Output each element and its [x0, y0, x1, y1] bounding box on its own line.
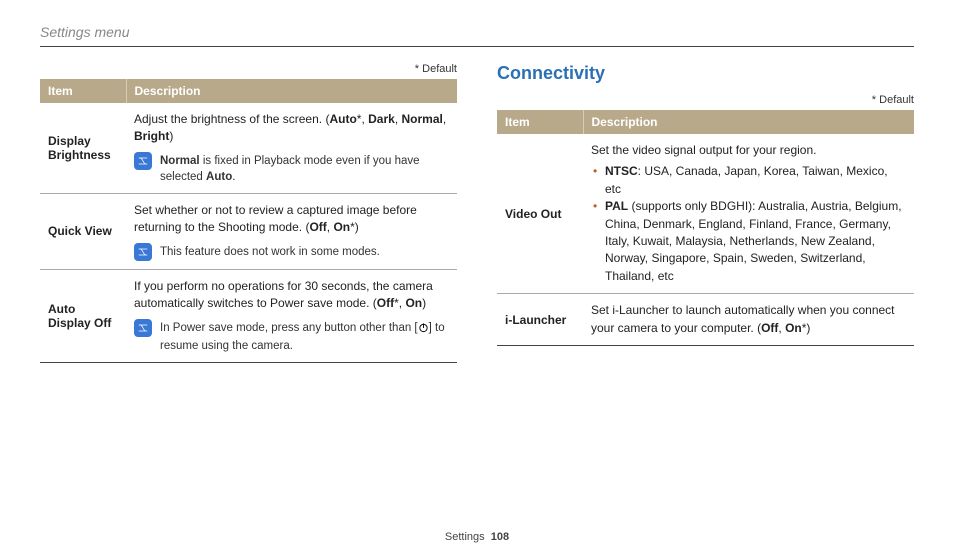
default-note-right: * Default [497, 94, 914, 106]
item-label: Display Brightness [40, 103, 126, 193]
item-description: Set i-Launcher to launch automatically w… [591, 302, 906, 337]
bullet-list: NTSC: USA, Canada, Japan, Korea, Taiwan,… [591, 163, 906, 285]
item-description: Set whether or not to review a captured … [134, 202, 449, 237]
page-footer: Settings 108 [0, 531, 954, 543]
item-label: i-Launcher [497, 294, 583, 346]
col-header-description: Description [126, 79, 457, 103]
left-column: * Default Item Description Display Brigh… [40, 63, 457, 363]
item-description: Adjust the brightness of the screen. (Au… [134, 111, 449, 146]
footer-page-number: 108 [491, 531, 509, 543]
footer-section: Settings [445, 531, 485, 543]
table-row: i-Launcher Set i-Launcher to launch auto… [497, 294, 914, 346]
table-row: Video Out Set the video signal output fo… [497, 134, 914, 294]
list-item: NTSC: USA, Canada, Japan, Korea, Taiwan,… [591, 163, 906, 198]
col-header-item: Item [497, 110, 583, 134]
item-description: Set the video signal output for your reg… [591, 142, 906, 159]
breadcrumb: Settings menu [40, 24, 914, 47]
note-icon [134, 319, 152, 337]
table-row: Auto Display Off If you perform no opera… [40, 269, 457, 362]
item-label: Quick View [40, 193, 126, 269]
settings-table-left: Item Description Display Brightness Adju… [40, 79, 457, 363]
note-text: In Power save mode, press any button oth… [160, 319, 449, 354]
col-header-item: Item [40, 79, 126, 103]
note-icon [134, 243, 152, 261]
settings-table-right: Item Description Video Out Set the video… [497, 110, 914, 346]
item-description: If you perform no operations for 30 seco… [134, 278, 449, 313]
right-column: Connectivity * Default Item Description … [497, 63, 914, 363]
note-icon [134, 152, 152, 170]
default-note-left: * Default [40, 63, 457, 75]
col-header-description: Description [583, 110, 914, 134]
item-label: Video Out [497, 134, 583, 294]
item-label: Auto Display Off [40, 269, 126, 362]
note-text: This feature does not work in some modes… [160, 243, 380, 260]
table-row: Quick View Set whether or not to review … [40, 193, 457, 269]
table-row: Display Brightness Adjust the brightness… [40, 103, 457, 193]
section-title-connectivity: Connectivity [497, 63, 914, 84]
list-item: PAL (supports only BDGHI): Australia, Au… [591, 198, 906, 285]
note-text: Normal is fixed in Playback mode even if… [160, 152, 449, 185]
power-icon [418, 322, 429, 338]
